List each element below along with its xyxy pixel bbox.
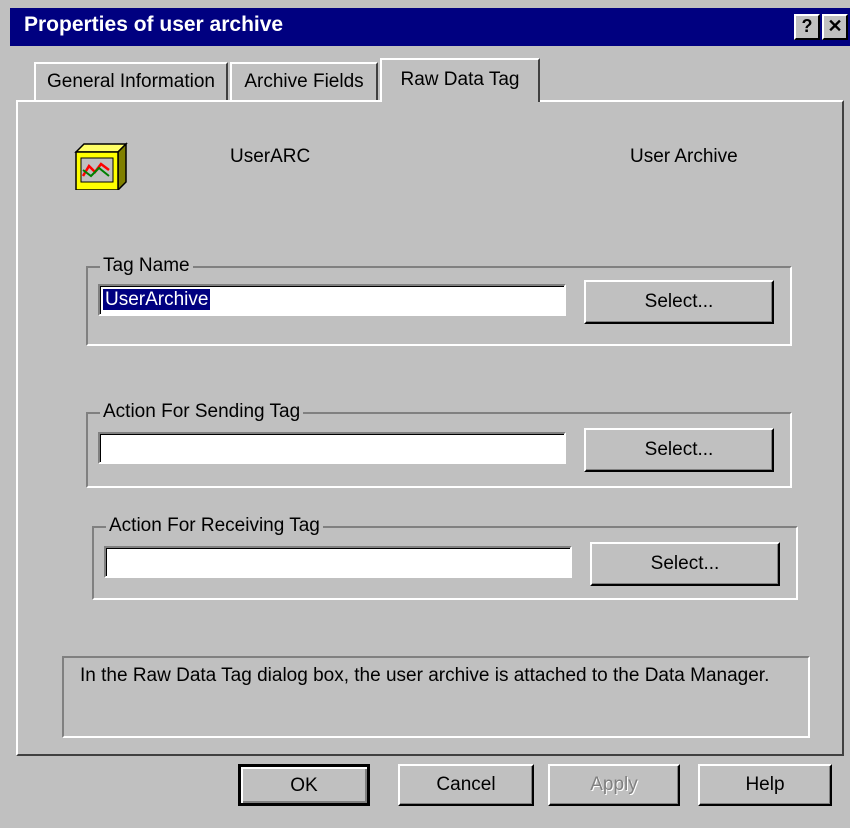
- tag-name-legend: Tag Name: [100, 254, 193, 278]
- tab-general-information[interactable]: General Information: [34, 62, 228, 102]
- cancel-button[interactable]: Cancel: [398, 764, 534, 806]
- sending-tag-group: Action For Sending Tag Select...: [86, 400, 792, 488]
- select-button-label: Select...: [644, 439, 714, 460]
- tab-label: Archive Fields: [244, 71, 364, 92]
- tab-label: General Information: [47, 71, 215, 92]
- receiving-tag-input[interactable]: [104, 546, 572, 578]
- help-bottom-button[interactable]: Help: [698, 764, 832, 806]
- tag-name-group: Tag Name UserArchive Select...: [86, 254, 792, 346]
- receiving-tag-select-button[interactable]: Select...: [590, 542, 780, 586]
- select-button-label: Select...: [650, 553, 720, 574]
- close-button[interactable]: ✕: [822, 14, 848, 40]
- title-bar: Properties of user archive ? ✕: [10, 8, 850, 46]
- select-button-label: Select...: [644, 291, 714, 312]
- question-icon: ?: [801, 16, 813, 36]
- sending-tag-legend: Action For Sending Tag: [100, 400, 304, 424]
- description-box: In the Raw Data Tag dialog box, the user…: [62, 656, 810, 738]
- window-title: Properties of user archive: [24, 13, 284, 36]
- user-archive-icon: [74, 142, 128, 190]
- tab-label: Raw Data Tag: [400, 69, 520, 90]
- description-text: In the Raw Data Tag dialog box, the user…: [80, 665, 770, 686]
- help-button[interactable]: ?: [794, 14, 820, 40]
- archive-type: User Archive: [630, 146, 738, 167]
- apply-button-label: Apply: [590, 774, 638, 795]
- tag-name-value: UserArchive: [103, 289, 211, 310]
- help-button-label: Help: [745, 774, 785, 795]
- ok-button[interactable]: OK: [238, 764, 370, 806]
- tab-archive-fields[interactable]: Archive Fields: [230, 62, 378, 102]
- receiving-tag-group: Action For Receiving Tag Select...: [92, 514, 798, 600]
- close-icon: ✕: [827, 16, 843, 36]
- apply-button[interactable]: Apply: [548, 764, 680, 806]
- archive-name: UserARC: [230, 146, 311, 167]
- tab-raw-data-tag[interactable]: Raw Data Tag: [380, 58, 540, 102]
- receiving-tag-legend: Action For Receiving Tag: [106, 514, 323, 538]
- tab-page-raw-data-tag: UserARC User Archive Tag Name UserArchiv…: [16, 100, 844, 756]
- sending-tag-input[interactable]: [98, 432, 566, 464]
- tag-name-select-button[interactable]: Select...: [584, 280, 774, 324]
- sending-tag-select-button[interactable]: Select...: [584, 428, 774, 472]
- tag-name-input[interactable]: UserArchive: [98, 284, 566, 316]
- ok-button-label: OK: [290, 775, 318, 796]
- cancel-button-label: Cancel: [436, 774, 496, 795]
